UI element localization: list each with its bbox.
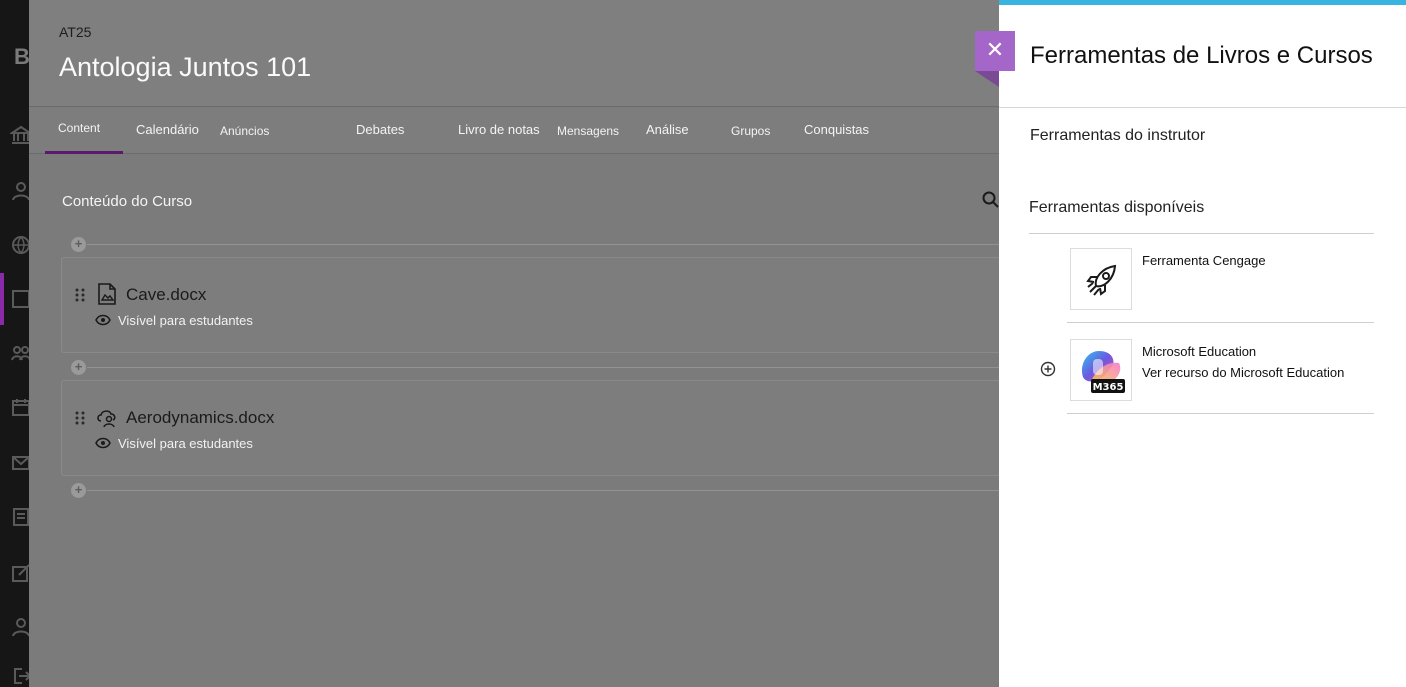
tool-item-cengage[interactable]: Ferramenta Cengage: [1067, 233, 1374, 323]
tool-description[interactable]: Ver recurso do Microsoft Education: [1142, 365, 1344, 380]
cloud-person-icon: [97, 410, 116, 428]
search-icon[interactable]: [982, 191, 1000, 209]
add-content-button[interactable]: +: [71, 483, 86, 498]
course-code: AT25: [59, 24, 92, 40]
panel-title: Ferramentas de Livros e Cursos: [1030, 42, 1373, 69]
add-content-button[interactable]: +: [71, 360, 86, 375]
instructor-tools-heading: Ferramentas do instrutor: [1030, 127, 1206, 144]
tab-discussions[interactable]: Debates: [356, 122, 404, 137]
close-panel-button[interactable]: ✕: [975, 31, 1015, 87]
divider-line: [87, 244, 999, 245]
rocket-icon: [1086, 264, 1117, 296]
visibility-label[interactable]: Visível para estudantes: [118, 436, 253, 451]
close-icon[interactable]: ✕: [975, 31, 1015, 71]
tool-item-microsoft-education[interactable]: M365 Microsoft Education Ver recurso do …: [1067, 324, 1374, 414]
tab-gradebook[interactable]: Livro de notas: [458, 122, 540, 137]
panel-top-accent: [999, 0, 1406, 5]
tab-messages[interactable]: Mensagens: [557, 124, 619, 138]
add-content-row: +: [71, 360, 999, 375]
tab-groups[interactable]: Grupos: [731, 124, 770, 138]
tab-announcements[interactable]: Anúncios: [220, 124, 269, 138]
m365-badge-text: M365: [1093, 382, 1124, 393]
divider-line: [87, 367, 999, 368]
add-content-row: +: [71, 483, 999, 498]
nav-active-indicator: [0, 273, 4, 325]
content-item-name[interactable]: Cave.docx: [126, 285, 206, 305]
panel-divider: [999, 107, 1406, 108]
eye-icon: [95, 437, 111, 449]
tools-panel: Ferramentas de Livros e Cursos Ferrament…: [999, 0, 1406, 687]
content-item[interactable]: Cave.docx Visível para estudantes: [61, 257, 1011, 353]
tab-achievements[interactable]: Conquistas: [804, 122, 869, 137]
course-tabs: Content Calendário Anúncios Debates Livr…: [29, 108, 999, 154]
app-nav: B: [0, 0, 32, 687]
drag-handle-icon[interactable]: [75, 288, 85, 302]
close-tab-fold: [975, 71, 999, 87]
tool-name[interactable]: Ferramenta Cengage: [1142, 253, 1266, 268]
active-tab-underline: [45, 151, 123, 154]
content-item-name[interactable]: Aerodynamics.docx: [126, 408, 274, 428]
tool-name[interactable]: Microsoft Education: [1142, 344, 1256, 359]
brand-logo: B: [14, 44, 30, 69]
course-page: AT25 Antologia Juntos 101 Content Calend…: [29, 0, 1011, 687]
tool-tile: M365: [1070, 339, 1132, 401]
m365-icon: M365: [1081, 351, 1125, 393]
tab-analytics[interactable]: Análise: [646, 122, 689, 137]
add-content-row: +: [71, 237, 999, 252]
add-tool-icon[interactable]: [1040, 361, 1056, 377]
divider-line: [87, 490, 999, 491]
available-tools-heading: Ferramentas disponíveis: [1029, 199, 1205, 216]
document-image-icon: [98, 283, 116, 305]
visibility-label[interactable]: Visível para estudantes: [118, 313, 253, 328]
course-title: Antologia Juntos 101: [59, 52, 312, 82]
eye-icon: [95, 314, 111, 326]
content-item[interactable]: Aerodynamics.docx Visível para estudante…: [61, 380, 1011, 476]
tool-tile: [1070, 248, 1132, 310]
tab-calendar[interactable]: Calendário: [136, 122, 199, 137]
drag-handle-icon[interactable]: [75, 411, 85, 425]
course-header: AT25 Antologia Juntos 101: [29, 0, 999, 107]
add-content-button[interactable]: +: [71, 237, 86, 252]
tab-content[interactable]: Content: [58, 121, 100, 135]
section-title: Conteúdo do Curso: [62, 193, 193, 210]
